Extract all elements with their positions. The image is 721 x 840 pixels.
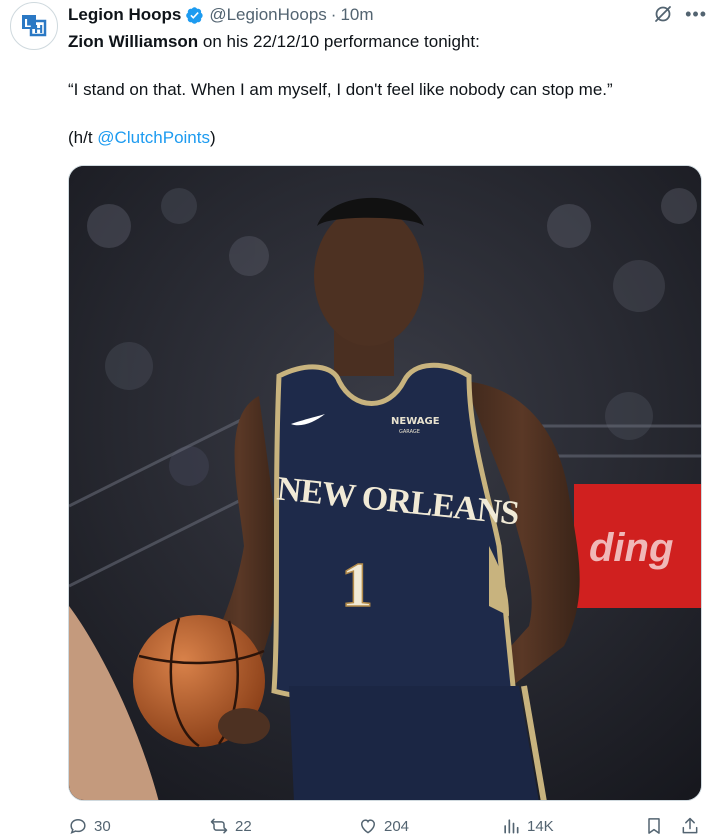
hat-tip-mention-link[interactable]: @ClutchPoints [97,128,210,147]
tweet-text-line1: Zion Williamson on his 22/12/10 performa… [68,31,480,53]
retweet-count: 22 [235,817,252,835]
engagement-bar: 30 22 204 14K [68,816,708,840]
jersey-sponsor-sub: GARAGE [399,429,420,435]
banner-text: ding [589,526,673,570]
more-options-icon[interactable]: ••• [685,4,707,24]
like-button[interactable]: 204 [358,816,409,836]
tweet-timestamp[interactable]: 10m [340,5,373,25]
retweet-icon [210,818,228,834]
arena-banner: ding [574,484,701,608]
retweet-button[interactable]: 22 [209,816,252,836]
tweet-card[interactable]: L H Legion Hoops @LegionHoops · 10m ••• … [0,0,721,840]
bookmark-button[interactable] [644,816,664,836]
tweet-quote: “I stand on that. When I am myself, I do… [68,80,613,99]
views-chart-icon [504,819,519,834]
author-handle[interactable]: @LegionHoops [209,5,326,25]
reply-count: 30 [94,817,111,835]
header-separator: · [330,5,337,24]
tweet-subject: Zion Williamson [68,32,199,51]
views-count: 14K [527,817,554,835]
grok-icon[interactable] [653,4,673,24]
hat-tip-suffix: ) [210,128,216,147]
legion-hoops-logo-icon: L H [22,15,47,37]
top-actions: ••• [653,4,707,24]
bookmark-icon [648,818,660,834]
reply-button[interactable]: 30 [68,816,111,836]
hat-tip-prefix: (h/t [68,128,98,147]
share-icon [682,817,698,834]
like-count: 204 [384,817,410,835]
tweet-text-rest: on his 22/12/10 performance tonight: [198,32,480,51]
verified-badge-icon[interactable] [185,6,204,25]
jersey-sponsor: NEWAGE [391,416,440,427]
jersey-number: 1 [341,549,373,620]
player-photo-illustration: ding NEWAGE GARAGE NEW ORLEANS 1 [69,166,701,800]
svg-text:L: L [24,17,31,30]
reply-icon [70,818,86,835]
tweet-photo[interactable]: ding NEWAGE GARAGE NEW ORLEANS 1 [68,165,702,801]
hat-tip: (h/t @ClutchPoints) [68,127,216,149]
share-button[interactable] [680,816,700,836]
views-button[interactable]: 14K [501,816,554,836]
svg-text:H: H [34,23,43,36]
author-display-name[interactable]: Legion Hoops [68,5,181,25]
heart-icon [360,819,376,834]
tweet-header: Legion Hoops @LegionHoops · 10m [68,4,374,26]
avatar[interactable]: L H [10,2,58,50]
